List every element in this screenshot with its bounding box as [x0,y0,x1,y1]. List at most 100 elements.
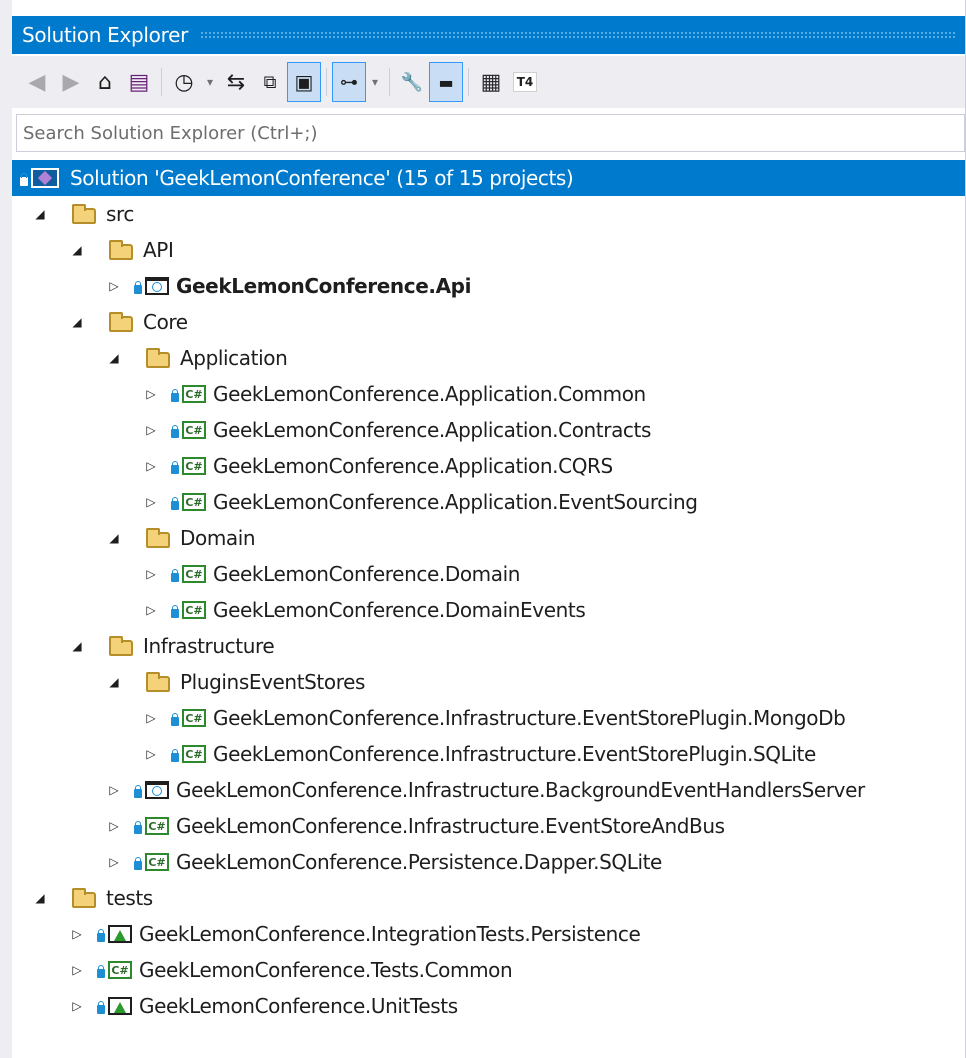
expanded-arrow-icon[interactable]: ◢ [69,243,85,257]
back-button[interactable]: ◀ [20,62,54,102]
collapsed-arrow-icon[interactable]: ▷ [143,567,159,581]
csharp-project-icon: C# [134,853,169,871]
expanded-arrow-icon[interactable]: ◢ [32,891,48,905]
expanded-arrow-icon[interactable]: ◢ [106,531,122,545]
csharp-project-icon: C# [171,565,206,583]
search-input[interactable] [17,115,964,151]
expanded-arrow-icon[interactable]: ◢ [69,315,85,329]
preview-selected-items-button[interactable]: ⊶ [332,62,366,102]
lock-icon [171,748,179,762]
tree-project-row[interactable]: ▷ GeekLemonConference.Api [12,268,965,304]
lock-icon [171,604,179,618]
tree-project-row[interactable]: ▷ C# GeekLemonConference.Application.CQRS [12,448,965,484]
title-bar[interactable]: Solution Explorer [12,16,965,54]
tree-folder-row[interactable]: ◢ API [12,232,965,268]
csharp-project-icon: C# [182,421,206,439]
tree-folder-row[interactable]: ◢ Application [12,340,965,376]
tree-item-label: Core [143,310,188,334]
tree-project-row[interactable]: ▷ C# GeekLemonConference.Infrastructure.Ev… [12,700,965,736]
tree-project-row[interactable]: ▷ C# GeekLemonConference.Application.Event… [12,484,965,520]
tree-folder-row[interactable]: ◢ tests [12,880,965,916]
collapsed-arrow-icon[interactable]: ▷ [143,387,159,401]
folder-icon [109,311,133,332]
collapsed-arrow-icon[interactable]: ▷ [69,927,85,941]
switch-views-button[interactable]: ▤ [122,62,156,102]
collapsed-arrow-icon[interactable]: ▷ [143,711,159,725]
folder-icon [146,671,170,692]
tree-folder-row[interactable]: ◢ Infrastructure [12,628,965,664]
panel-title: Solution Explorer [22,23,189,47]
expanded-arrow-icon[interactable]: ◢ [106,675,122,689]
tree-folder-row[interactable]: ◢ PluginsEventStores [12,664,965,700]
tree-project-row[interactable]: ▷ GeekLemonConference.UnitTests [12,988,965,1024]
globe-icon [152,786,162,796]
pending-changes-dropdown[interactable]: ▾ [201,62,219,102]
dropdown-arrow-icon: ▾ [371,75,379,89]
forward-button[interactable]: ▶ [54,62,88,102]
tree-folder-row[interactable]: ◢ Core [12,304,965,340]
tree-project-row[interactable]: ▷ C# GeekLemonConference.Application.Contr… [12,412,965,448]
t4-template-button[interactable]: T4 [508,62,542,102]
pending-changes-filter-button[interactable]: ◷ [167,62,201,102]
properties-wrench-icon: 🔧 [400,71,424,93]
tree-project-row[interactable]: ▷ C# GeekLemonConference.Persistence.Dappe… [12,844,965,880]
tree-project-row[interactable]: ▷ C# GeekLemonConference.Application.Commo… [12,376,965,412]
collapsed-arrow-icon[interactable]: ▷ [106,819,122,833]
csharp-project-icon: C# [182,745,206,763]
collapsed-arrow-icon[interactable]: ▷ [143,603,159,617]
show-all-files-button[interactable]: ▣ [287,62,321,102]
collapse-all-button[interactable]: ⧉ [253,62,287,102]
csharp-project-icon: C# [171,493,206,511]
preview-pane-button[interactable]: ▬ [429,62,463,102]
tree-project-row[interactable]: ▷ C# GeekLemonConference.Infrastructure.Ev… [12,736,965,772]
collapsed-arrow-icon[interactable]: ▷ [106,279,122,293]
collapsed-arrow-icon[interactable]: ▷ [106,855,122,869]
collapsed-arrow-icon[interactable]: ▷ [69,999,85,1013]
collapsed-arrow-icon[interactable]: ▷ [143,747,159,761]
collapsed-arrow-icon[interactable]: ▷ [106,783,122,797]
preview-dropdown[interactable]: ▾ [366,62,384,102]
collapsed-arrow-icon[interactable]: ▷ [143,495,159,509]
csharp-project-icon: C# [108,961,132,979]
show-all-files-icon: ▣ [294,70,314,94]
lock-icon [134,784,142,798]
csharp-project-icon: C# [171,601,206,619]
collapsed-arrow-icon[interactable]: ▷ [143,423,159,437]
solution-explorer-panel: Solution Explorer ◀ ▶ ⌂ ▤ ◷ ▾ ⇆ ⧉ ▣ ⊶ ▾ … [0,0,966,1058]
properties-button[interactable]: 🔧 [395,62,429,102]
csharp-project-icon: C# [171,457,206,475]
tree-item-label: GeekLemonConference.Tests.Common [139,958,513,982]
sync-with-active-document-button[interactable]: ⇆ [219,62,253,102]
csharp-project-icon: C# [171,385,206,403]
tree-project-row[interactable]: ▷ C# GeekLemonConference.Tests.Common [12,952,965,988]
test-project-icon [97,997,132,1015]
home-button[interactable]: ⌂ [88,62,122,102]
csharp-project-icon: C# [97,961,132,979]
globe-icon [152,282,162,292]
expanded-arrow-icon[interactable]: ◢ [106,351,122,365]
search-box [16,114,965,152]
tree-project-row[interactable]: ▷ GeekLemonConference.IntegrationTests.Pe… [12,916,965,952]
tree-folder-row[interactable]: ◢ src [12,196,965,232]
expanded-arrow-icon[interactable]: ◢ [69,639,85,653]
collapse-all-icon: ⧉ [263,71,277,93]
tree-project-row[interactable]: ▷ C# GeekLemonConference.Domain [12,556,965,592]
tree-solution-row[interactable]: Solution 'GeekLemonConference' (15 of 15… [12,160,965,196]
collapsed-arrow-icon[interactable]: ▷ [143,459,159,473]
csharp-project-icon: C# [182,601,206,619]
expanded-arrow-icon[interactable]: ◢ [32,207,48,221]
web-project-icon [145,781,169,799]
tree-project-row[interactable]: ▷ C# GeekLemonConference.Infrastructure.Ev… [12,808,965,844]
developer-console-button[interactable]: ▦ [474,62,508,102]
csharp-project-icon: C# [145,817,169,835]
tree-item-label: tests [106,886,153,910]
tree-project-row[interactable]: ▷ C# GeekLemonConference.DomainEvents [12,592,965,628]
tree-item-label: PluginsEventStores [180,670,366,694]
lock-icon [171,460,179,474]
collapsed-arrow-icon[interactable]: ▷ [69,963,85,977]
lock-icon [97,1000,105,1014]
tree-project-row[interactable]: ▷ GeekLemonConference.Infrastructure.Back… [12,772,965,808]
tree-folder-row[interactable]: ◢ Domain [12,520,965,556]
test-project-icon [108,925,132,943]
forward-icon: ▶ [62,69,80,95]
